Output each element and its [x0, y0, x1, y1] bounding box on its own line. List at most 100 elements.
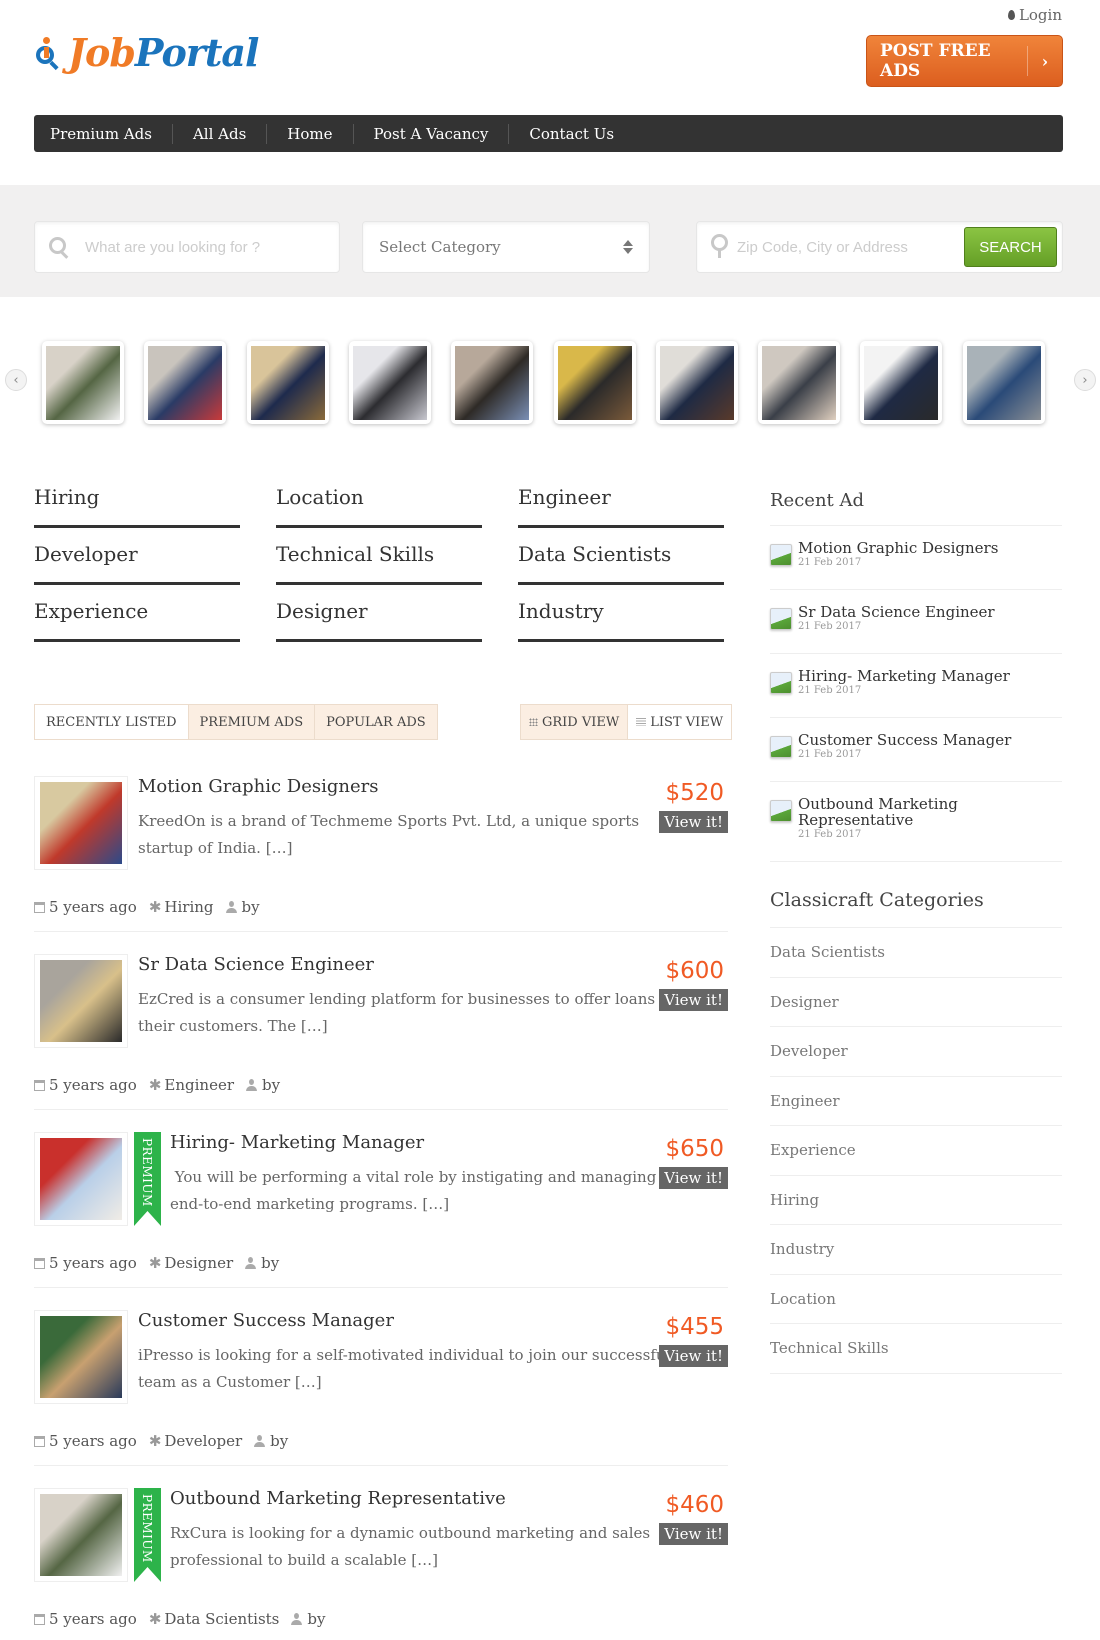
keyword-search-input[interactable] — [85, 238, 339, 256]
listing-image[interactable] — [34, 1132, 128, 1226]
carousel-thumbnail[interactable] — [348, 341, 431, 424]
listing-description: KreedOn is a brand of Techmeme Sports Pv… — [138, 808, 639, 862]
recent-ad-item[interactable]: Sr Data Science Engineer 21 Feb 2017 — [770, 590, 1062, 654]
nav-item-home[interactable]: Home — [267, 123, 354, 144]
listing-title[interactable]: Hiring- Marketing Manager — [170, 1132, 424, 1153]
recent-ad-date: 21 Feb 2017 — [798, 829, 862, 840]
carousel-thumbnail[interactable] — [246, 341, 329, 424]
author-by-text: by — [261, 1254, 280, 1272]
tag-link[interactable]: Data Scientists — [518, 531, 724, 585]
keyword-search-box — [34, 221, 340, 273]
user-icon — [291, 1613, 303, 1625]
carousel-thumbnail[interactable] — [655, 341, 738, 424]
view-it-button[interactable]: View it! — [659, 1167, 728, 1189]
calendar-icon — [34, 901, 45, 913]
recent-ad-item[interactable]: Motion Graphic Designers 21 Feb 2017 — [770, 526, 1062, 590]
grid-view-button[interactable]: GRID VIEW — [521, 705, 628, 739]
tab-premium-ads[interactable]: PREMIUM ADS — [188, 705, 316, 739]
listing-category[interactable]: ✱ Designer — [149, 1254, 233, 1272]
recent-ad-item[interactable]: Hiring- Marketing Manager 21 Feb 2017 — [770, 654, 1062, 718]
chevron-right-icon: › — [1041, 51, 1049, 71]
category-link[interactable]: Developer — [770, 1027, 1062, 1077]
listing-price: $455 — [665, 1314, 724, 1340]
carousel-next-button[interactable]: › — [1074, 369, 1096, 391]
view-it-button[interactable]: View it! — [659, 1523, 728, 1545]
category-select[interactable]: Select Category — [362, 221, 650, 273]
category-link[interactable]: Data Scientists — [770, 928, 1062, 978]
site-logo[interactable]: JobPortal — [34, 30, 259, 75]
posted-date-text: 5 years ago — [49, 1432, 137, 1450]
asterisk-icon: ✱ — [148, 1610, 162, 1628]
recent-ad-item[interactable]: Outbound Marketing Representative 21 Feb … — [770, 782, 1062, 862]
tab-popular-ads[interactable]: POPULAR ADS — [315, 705, 437, 739]
tab-recently-listed[interactable]: RECENTLY LISTED — [35, 705, 189, 739]
carousel-prev-button[interactable]: ‹ — [5, 369, 27, 391]
location-search-input[interactable] — [737, 238, 964, 256]
listing-image[interactable] — [34, 1488, 128, 1582]
tag-link[interactable]: Designer — [276, 588, 482, 642]
search-button[interactable]: SEARCH — [964, 227, 1057, 267]
tag-link[interactable]: Developer — [34, 531, 240, 585]
listing-category[interactable]: ✱ Engineer — [149, 1076, 234, 1094]
listing-title[interactable]: Sr Data Science Engineer — [138, 954, 374, 975]
category-link[interactable]: Industry — [770, 1225, 1062, 1275]
tag-link[interactable]: Location — [276, 474, 482, 528]
thumbnail-photo — [557, 346, 632, 420]
carousel-thumbnail[interactable] — [860, 341, 943, 424]
listing-title[interactable]: Motion Graphic Designers — [138, 776, 379, 797]
listing-price: $600 — [665, 958, 724, 984]
listing-category[interactable]: ✱ Data Scientists — [149, 1610, 280, 1628]
listing-title[interactable]: Customer Success Manager — [138, 1310, 394, 1331]
premium-ribbon: PREMIUM — [134, 1132, 161, 1226]
nav-item-all-ads[interactable]: All Ads — [173, 123, 268, 144]
broken-image-icon — [770, 544, 792, 566]
category-link[interactable]: Hiring — [770, 1176, 1062, 1225]
carousel-thumbnail[interactable] — [144, 341, 227, 424]
category-link[interactable]: Location — [770, 1275, 1062, 1324]
recent-ad-title: Motion Graphic Designers — [798, 539, 999, 557]
category-link[interactable]: Technical Skills — [770, 1324, 1062, 1374]
listing-image[interactable] — [34, 1310, 128, 1404]
listing-category[interactable]: ✱ Hiring — [149, 898, 214, 916]
asterisk-icon: ✱ — [148, 1076, 162, 1094]
login-link[interactable]: Login — [1007, 6, 1062, 24]
calendar-icon — [34, 1613, 45, 1625]
category-link[interactable]: Experience — [770, 1126, 1062, 1176]
listing-meta: 5 years ago ✱ Designer by — [34, 1254, 291, 1272]
listing-title[interactable]: Outbound Marketing Representative — [170, 1488, 506, 1509]
description-line: EzCred is a consumer lending platform fo… — [138, 990, 675, 1008]
category-link[interactable]: Engineer — [770, 1077, 1062, 1126]
carousel-thumbnail[interactable] — [758, 341, 841, 424]
recent-ad-date: 21 Feb 2017 — [798, 621, 862, 632]
listing-category[interactable]: ✱ Developer — [149, 1432, 242, 1450]
tag-link[interactable]: Technical Skills — [276, 531, 482, 585]
user-icon — [254, 1435, 266, 1447]
listing-item: PREMIUM Outbound Marketing Representative… — [34, 1488, 728, 1638]
view-it-button[interactable]: View it! — [659, 811, 728, 833]
carousel-thumbnail[interactable] — [42, 341, 124, 424]
post-free-ads-button[interactable]: POST FREE ADS › — [866, 35, 1063, 87]
premium-label: PREMIUM — [140, 1138, 154, 1207]
posted-date: 5 years ago — [34, 1432, 137, 1450]
description-line: professional to build a scalable […] — [170, 1551, 438, 1569]
nav-item-contact-us[interactable]: Contact Us — [509, 124, 634, 144]
carousel-thumbnail[interactable] — [553, 341, 636, 424]
listing-image[interactable] — [34, 776, 128, 870]
tag-link[interactable]: Industry — [518, 588, 724, 642]
nav-item-premium-ads[interactable]: Premium Ads — [50, 123, 173, 144]
nav-item-post-a-vacancy[interactable]: Post A Vacancy — [354, 123, 510, 144]
tag-link[interactable]: Experience — [34, 588, 240, 642]
recent-ad-text: Customer Success Manager 21 Feb 2017 — [798, 732, 1011, 760]
view-it-button[interactable]: View it! — [659, 989, 728, 1011]
carousel-thumbnail[interactable] — [962, 341, 1045, 424]
calendar-icon — [34, 1079, 45, 1091]
recent-ad-item[interactable]: Customer Success Manager 21 Feb 2017 — [770, 718, 1062, 782]
carousel-thumbnail[interactable] — [451, 341, 534, 424]
tag-link[interactable]: Hiring — [34, 474, 240, 528]
thumbnail-photo — [46, 346, 120, 420]
tag-link[interactable]: Engineer — [518, 474, 724, 528]
listing-image[interactable] — [34, 954, 128, 1048]
category-link[interactable]: Designer — [770, 978, 1062, 1027]
view-it-button[interactable]: View it! — [659, 1345, 728, 1367]
list-view-button[interactable]: LIST VIEW — [627, 705, 732, 739]
